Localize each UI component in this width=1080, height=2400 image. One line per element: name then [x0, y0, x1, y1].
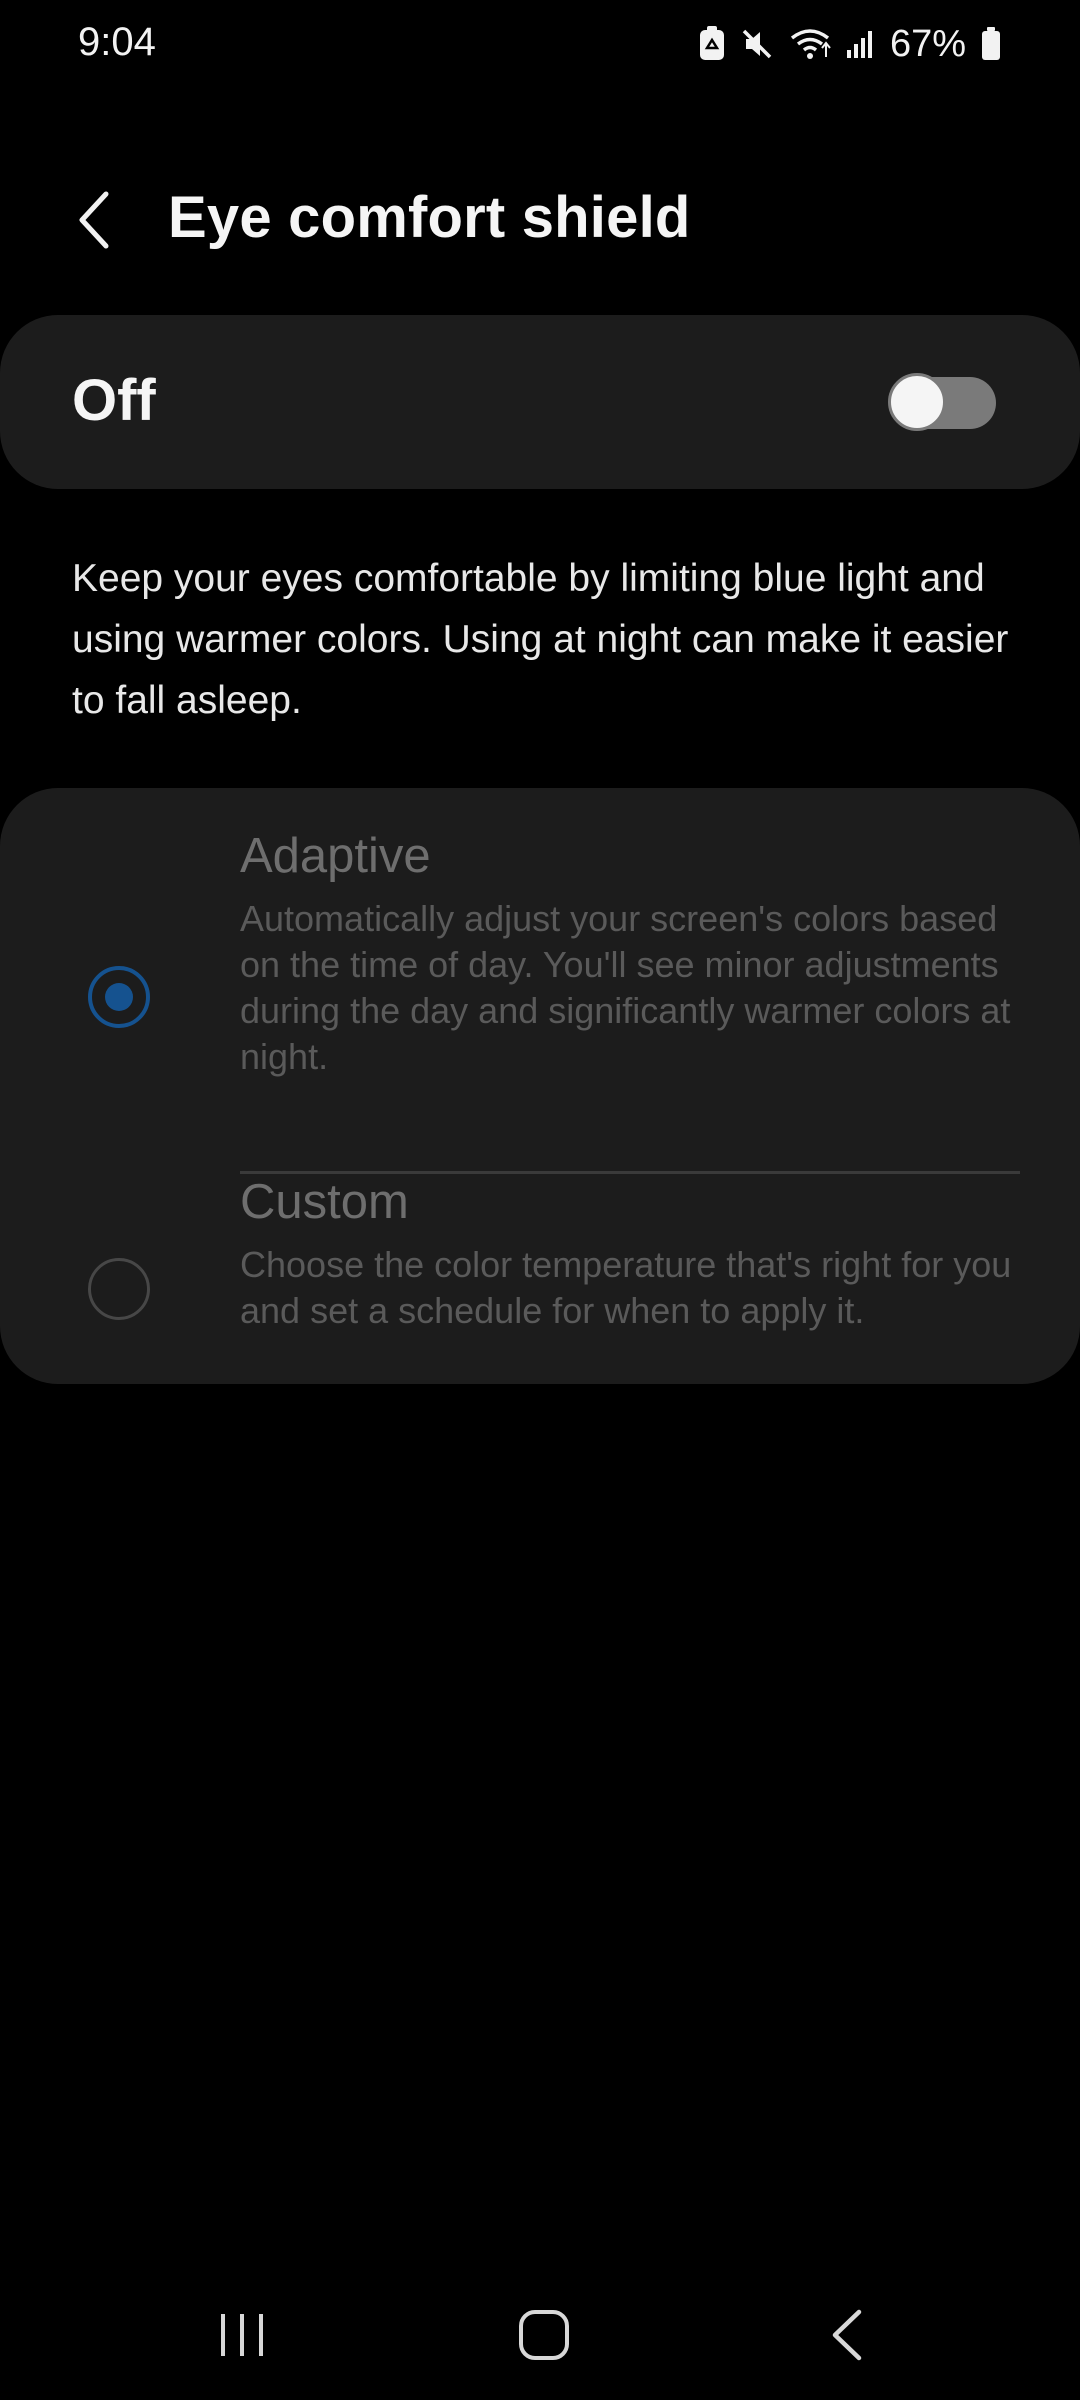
battery-icon [980, 26, 1002, 62]
status-icons: 67% [698, 18, 1002, 70]
master-switch-label: Off [72, 368, 156, 433]
option-adaptive[interactable]: Adaptive Automatically adjust your scree… [0, 828, 1080, 1174]
master-switch-row[interactable]: Off [0, 315, 1080, 489]
chevron-left-icon [79, 191, 109, 249]
feature-description: Keep your eyes comfortable by limiting b… [72, 557, 1009, 722]
wifi-icon [788, 26, 832, 62]
signal-icon [846, 28, 876, 60]
option-title: Custom [240, 1175, 409, 1229]
nav-back-button[interactable] [802, 2290, 892, 2380]
custom-radio-button[interactable] [88, 1258, 150, 1320]
mode-options-card: Adaptive Automatically adjust your scree… [0, 788, 1080, 1384]
status-time: 9:04 [78, 20, 156, 64]
toggle-thumb [888, 373, 946, 431]
option-title: Adaptive [240, 829, 431, 883]
page-title: Eye comfort shield [168, 185, 691, 250]
back-icon [832, 2309, 862, 2361]
recents-icon [221, 2314, 263, 2356]
master-toggle-switch[interactable] [888, 373, 998, 431]
home-icon [519, 2310, 569, 2360]
back-button[interactable] [62, 182, 126, 258]
status-bar: 9:04 67% [0, 0, 1080, 90]
option-custom[interactable]: Custom Choose the color temperature that… [0, 1174, 1080, 1364]
option-description: Choose the color temperature that's righ… [240, 1244, 1012, 1331]
home-button[interactable] [499, 2290, 589, 2380]
adaptive-radio-button[interactable] [88, 966, 150, 1028]
option-description: Automatically adjust your screen's color… [240, 898, 1011, 1077]
recycle-icon [698, 26, 726, 62]
recents-button[interactable] [197, 2290, 287, 2380]
battery-percent: 67% [889, 22, 966, 65]
app-header: Eye comfort shield [0, 160, 1080, 280]
mute-icon [740, 27, 774, 61]
system-nav-bar [0, 2270, 1080, 2400]
